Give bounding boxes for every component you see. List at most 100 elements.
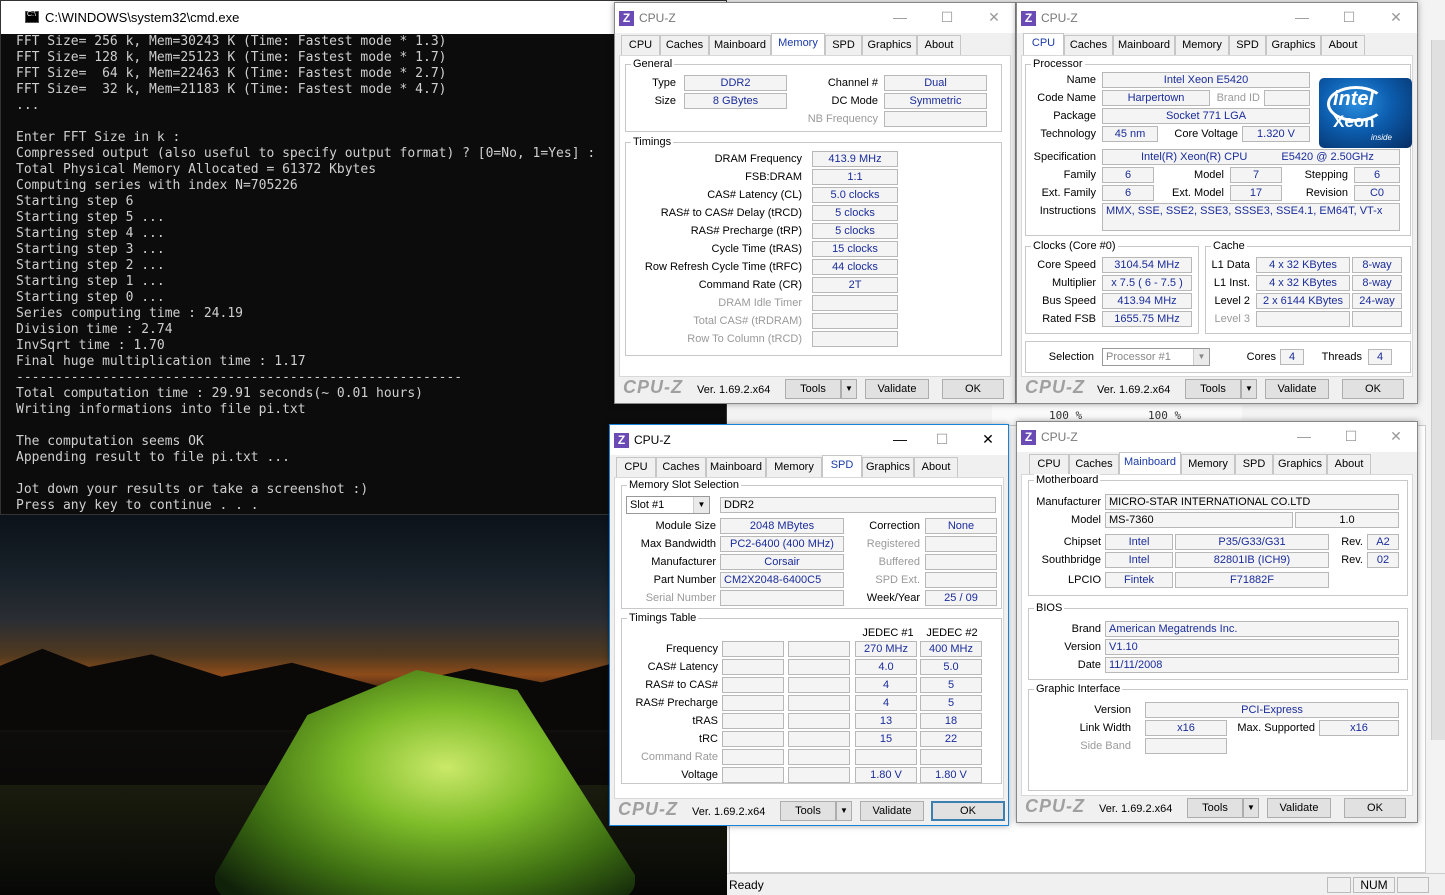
tab-cpu[interactable]: CPU [1029,454,1069,474]
minimize-button[interactable]: — [1292,7,1312,27]
timing-empty-cell [788,713,850,729]
tab-about[interactable]: About [917,35,961,55]
lpcio-vendor: Fintek [1105,572,1173,588]
southbridge-vendor: Intel [1105,552,1173,568]
timing-empty-cell [788,659,850,675]
tab-memory[interactable]: Memory [771,33,825,55]
tab-cpu[interactable]: CPU [616,457,656,477]
ok-button[interactable]: OK [931,801,1005,821]
tab-caches[interactable]: Caches [1064,35,1113,55]
tab-graphics[interactable]: Graphics [1266,35,1321,55]
window-titlebar[interactable]: Z CPU-Z — ☐ ✕ [615,3,1015,33]
tab-memory[interactable]: Memory [1175,35,1229,55]
close-button[interactable]: ✕ [1386,7,1406,27]
dcmode-label: DC Mode [831,95,878,107]
cpuz-cpu-window[interactable]: Z CPU-Z — ☐ ✕ CPU Caches Mainboard Memor… [1016,2,1418,404]
close-button[interactable]: ✕ [1386,426,1406,446]
slot-select[interactable]: Slot #1 ▼ [626,496,710,514]
timing-empty-cell [788,749,850,765]
jedec2-value: 5.0 [920,659,982,675]
tab-spd[interactable]: SPD [825,35,862,55]
tab-mainboard[interactable]: Mainboard [709,35,771,55]
tab-spd[interactable]: SPD [1235,454,1273,474]
tab-caches[interactable]: Caches [660,35,709,55]
tab-memory[interactable]: Memory [766,457,822,477]
maximize-button[interactable]: ☐ [1341,426,1361,446]
jedec1-value: 4.0 [855,659,917,675]
validate-button[interactable]: Validate [1265,379,1329,399]
tools-button[interactable]: Tools [785,379,841,399]
validate-button[interactable]: Validate [865,379,929,399]
graphic-interface-group: Graphic Interface Version PCI-Express Li… [1028,683,1408,791]
minimize-button[interactable]: — [890,429,910,449]
timing-label: Command Rate (CR) [698,279,802,291]
spd-panel: Memory Slot Selection Slot #1 ▼ DDR2 Modu… [614,477,1004,799]
dcmode-value: Symmetric [884,93,987,109]
window-titlebar[interactable]: Z CPU-Z — ☐ ✕ [1017,422,1417,452]
tab-about[interactable]: About [1327,454,1371,474]
ok-button[interactable]: OK [942,379,1004,399]
tab-mainboard[interactable]: Mainboard [706,457,766,477]
maximize-button[interactable]: ☐ [1339,7,1359,27]
minimize-button[interactable]: — [1294,426,1314,446]
ok-button[interactable]: OK [1342,379,1404,399]
brandid-value [1264,90,1310,106]
validate-button[interactable]: Validate [860,801,924,821]
minimize-button[interactable]: — [890,7,910,27]
maximize-button[interactable]: ☐ [932,429,952,449]
cpuz-logo-icon: Z [1021,11,1036,26]
processor-select[interactable]: Processor #1 ▼ [1102,348,1210,366]
tab-mainboard[interactable]: Mainboard [1113,35,1175,55]
close-button[interactable]: ✕ [984,7,1004,27]
tab-cpu[interactable]: CPU [1023,33,1064,55]
tab-caches[interactable]: Caches [656,457,706,477]
cache-group: Cache L1 Data 4 x 32 KBytes 8-way L1 Ins… [1205,240,1411,334]
logo-inside: inside [1371,133,1392,142]
tools-dropdown-arrow[interactable]: ▼ [1241,379,1257,399]
tab-about[interactable]: About [1321,35,1365,55]
maxsupported-label: Max. Supported [1237,722,1315,734]
tools-button[interactable]: Tools [1185,379,1241,399]
cpuz-memory-window[interactable]: Z CPU-Z — ☐ ✕ CPU Caches Mainboard Memor… [614,2,1016,404]
mb-manufacturer-value: MICRO-STAR INTERNATIONAL CO.LTD [1105,494,1399,510]
tab-graphics[interactable]: Graphics [862,457,914,477]
tab-graphics[interactable]: Graphics [862,35,917,55]
tab-spd[interactable]: SPD [822,455,862,477]
ok-button[interactable]: OK [1344,798,1406,818]
tools-dropdown-arrow[interactable]: ▼ [836,801,852,821]
tab-caches[interactable]: Caches [1069,454,1119,474]
codename-value: Harpertown [1102,90,1210,106]
tab-about[interactable]: About [914,457,958,477]
family-label: Family [1063,169,1096,181]
tools-dropdown-arrow[interactable]: ▼ [1243,798,1259,818]
level2-value: 2 x 6144 KBytes [1256,293,1350,309]
tools-button[interactable]: Tools [1187,798,1243,818]
timing-empty-cell [722,695,784,711]
maximize-button[interactable]: ☐ [937,7,957,27]
status-ready: Ready [729,878,764,892]
window-titlebar[interactable]: Z CPU-Z — ☐ ✕ [1017,3,1417,33]
cpuz-mainboard-window[interactable]: Z CPU-Z — ☐ ✕ CPU Caches Mainboard Memor… [1016,421,1418,823]
vertical-scrollbar[interactable] [1431,40,1445,740]
stepping-value: 6 [1354,167,1400,183]
cpuz-spd-window[interactable]: Z CPU-Z — ☐ ✕ CPU Caches Mainboard Memor… [609,424,1009,826]
tools-dropdown-arrow[interactable]: ▼ [841,379,857,399]
maxbw-value: PC2-6400 (400 MHz) [720,536,844,552]
jedec2-value: 5 [920,695,982,711]
validate-button[interactable]: Validate [1267,798,1331,818]
timing-label: Row To Column (tRCD) [687,333,802,345]
tab-memory[interactable]: Memory [1181,454,1235,474]
bios-date-value: 11/11/2008 [1105,657,1399,673]
timing-row-label: RAS# to CAS# [645,679,718,691]
tab-cpu[interactable]: CPU [621,35,660,55]
group-title: Processor [1031,58,1085,70]
window-titlebar[interactable]: Z CPU-Z — ☐ ✕ [610,425,1008,455]
tab-spd[interactable]: SPD [1229,35,1266,55]
timing-row-label: tRC [699,733,718,745]
chipset-vendor: Intel [1105,534,1173,550]
tab-graphics[interactable]: Graphics [1273,454,1327,474]
close-button[interactable]: ✕ [978,429,998,449]
tab-mainboard[interactable]: Mainboard [1119,452,1181,474]
family-value: 6 [1102,167,1154,183]
tools-button[interactable]: Tools [780,801,836,821]
